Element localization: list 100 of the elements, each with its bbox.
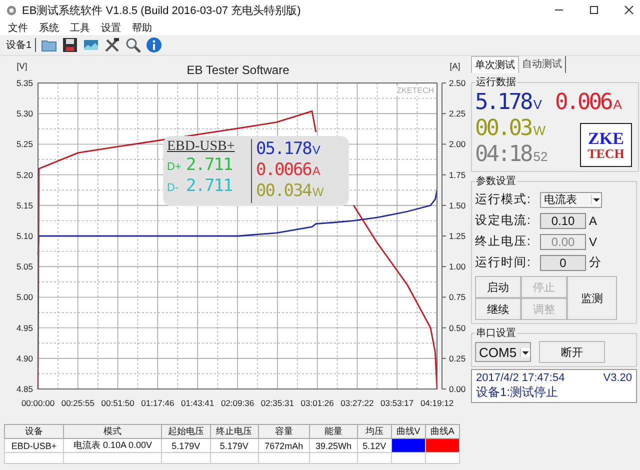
tick-label: 00:25:55 — [61, 398, 94, 408]
field-label: 运行时间: — [475, 254, 532, 271]
tick-label: 03:01:26 — [300, 398, 334, 408]
reading-value: 00.034 — [256, 181, 312, 202]
tick-label: 2.50 — [449, 78, 466, 88]
reading-unit: V — [312, 143, 320, 157]
menu-item[interactable]: 帮助 — [132, 20, 152, 34]
column-header: 终止电压 — [210, 424, 258, 438]
menu-item[interactable]: 工具 — [70, 20, 90, 34]
axis-label: [A] — [450, 61, 460, 71]
status-message: 设备1:测试停止 — [476, 384, 560, 401]
reading-value: 5.178 — [475, 90, 532, 116]
table-cell: 5.12V — [358, 438, 392, 452]
chart-title: EB Tester Software — [186, 63, 290, 77]
unit-label: V — [589, 234, 598, 248]
menu-item[interactable]: 系统 — [39, 20, 59, 34]
table-cell: 5.179V — [162, 438, 210, 452]
column-header: 模式 — [64, 424, 162, 438]
tick-label: 01:43:41 — [181, 398, 214, 408]
tick-label: 02:35:31 — [260, 398, 294, 408]
input-field[interactable]: 0 — [540, 254, 586, 270]
tick-label: 0.00 — [449, 384, 466, 394]
menu-item[interactable]: 设置 — [101, 20, 121, 34]
device-label: 设备1 — [6, 38, 36, 52]
reading-value: 0.006 — [555, 90, 612, 116]
window-title: EB测试系统软件 V1.8.5 (Build 2016-03-07 充电头特别版) — [22, 4, 302, 18]
tick-label: 5.10 — [16, 231, 33, 241]
tick-label: 00:00:00 — [21, 398, 55, 408]
tick-label: 1.00 — [449, 262, 466, 272]
reading-value: 05.178 — [256, 139, 312, 160]
version-label: V3.20 — [603, 372, 632, 384]
tick-label: 4.90 — [16, 353, 33, 364]
reading-unit: W — [532, 123, 546, 138]
tools-icon[interactable] — [104, 37, 120, 53]
column-header: 曲线V — [391, 424, 426, 438]
tick-label: 5.20 — [16, 170, 33, 180]
tick-label: 1.25 — [449, 231, 466, 241]
menu-item[interactable]: 文件 — [8, 20, 28, 34]
tab[interactable]: 单次测试 — [471, 56, 519, 73]
tick-label: 1.75 — [449, 170, 466, 180]
info-icon[interactable] — [146, 37, 162, 53]
action-button[interactable]: 启动 — [475, 276, 521, 298]
tick-label: 03:53:17 — [380, 398, 414, 408]
tick-label: 01:17:46 — [141, 398, 174, 408]
table-cell: EBD-USB+ — [4, 438, 64, 452]
reading-unit: A — [612, 97, 622, 112]
tab[interactable]: 自动测试 — [519, 56, 566, 73]
table-cell: 39.25Wh — [309, 438, 358, 452]
data-line-label: D- — [167, 182, 180, 194]
status-time: 2017/4/2 17:47:54 — [476, 372, 565, 384]
field-label: 运行模式: — [475, 191, 532, 208]
reading-value: 04:18 — [475, 142, 532, 168]
data-line-voltage: 2.711 — [186, 176, 232, 197]
caret-icon — [591, 195, 601, 204]
column-header: 均压 — [358, 424, 392, 438]
tick-label: 04:19:12 — [420, 398, 454, 408]
device-model: EBD-USB+ — [167, 139, 236, 155]
column-header: 容量 — [258, 424, 310, 438]
reading-unit: 52 — [532, 149, 548, 164]
app-icon — [6, 4, 17, 16]
monitor-button[interactable]: 监测 — [567, 276, 617, 320]
group-title: 串口设置 — [475, 326, 517, 340]
table-cell: 5.179V — [210, 438, 258, 452]
action-button[interactable]: 继续 — [475, 298, 521, 320]
field-label: 终止电压: — [475, 233, 532, 250]
port-dropdown[interactable]: COM5 — [475, 342, 531, 362]
unit-label: A — [589, 214, 598, 228]
tick-label: 0.25 — [449, 353, 466, 364]
tick-label: 5.05 — [16, 262, 33, 272]
axis-label: [V] — [16, 61, 28, 71]
search-icon[interactable] — [124, 37, 141, 53]
tick-label: 2.00 — [449, 139, 466, 150]
group-title: 参数设置 — [475, 174, 517, 188]
tick-label: 0.50 — [449, 322, 466, 333]
caret-icon — [520, 348, 530, 356]
tick-label: 5.15 — [16, 200, 33, 210]
reading-unit: W — [312, 185, 324, 199]
maximize-icon[interactable] — [589, 5, 599, 15]
picture-icon[interactable] — [82, 37, 99, 53]
tick-label: 02:09:36 — [220, 398, 254, 408]
group-title: 运行数据 — [475, 76, 517, 89]
tick-label: 03:27:22 — [340, 398, 374, 408]
column-header: 能量 — [309, 424, 358, 438]
reading-value: 00.03 — [475, 116, 532, 142]
tick-label: 5.35 — [16, 78, 33, 88]
disconnect-button[interactable]: 断开 — [539, 341, 605, 363]
unit-label: 分 — [589, 254, 601, 271]
tick-label: 4.95 — [16, 322, 33, 333]
mode-dropdown[interactable]: 电流表 — [540, 192, 602, 208]
data-line-voltage: 2.711 — [186, 155, 232, 176]
tick-label: 4.85 — [16, 384, 33, 394]
input-field[interactable]: 0.10 — [540, 212, 586, 228]
table-cell: 7672mAh — [258, 438, 310, 452]
column-header: 曲线A — [425, 424, 460, 438]
field-label: 设定电流: — [475, 212, 532, 229]
tick-label: 00:51:50 — [101, 398, 134, 408]
column-header: 起始电压 — [162, 424, 210, 438]
save-icon[interactable] — [62, 37, 78, 53]
tick-label: 0.75 — [449, 292, 466, 302]
close-icon[interactable] — [624, 5, 634, 15]
